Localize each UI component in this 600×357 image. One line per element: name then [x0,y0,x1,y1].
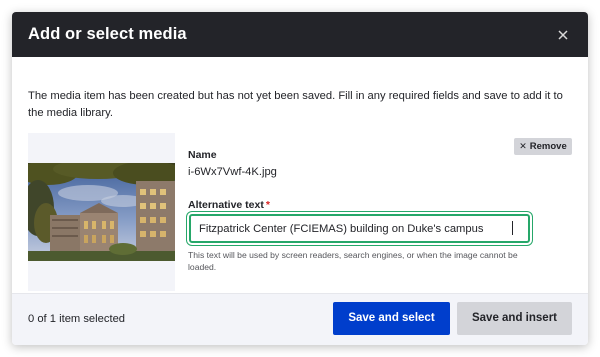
required-marker: * [265,199,270,211]
close-button[interactable] [552,24,574,46]
alt-text-help: This text will be used by screen readers… [188,250,518,272]
media-thumbnail-container [28,133,175,291]
remove-button[interactable]: ✕ Remove [514,138,572,155]
media-dialog: Add or select media The media item has b… [12,12,588,345]
file-name: i-6Wx7Vwf-4K.jpg [188,166,277,178]
status-message: The media item has been created but has … [28,90,563,119]
alt-text-label: Alternative text * [188,199,270,211]
save-and-insert-button[interactable]: Save and insert [457,302,572,335]
selection-count: 0 of 1 item selected [28,313,126,325]
dialog-titlebar: Add or select media [12,12,588,57]
close-icon [558,30,568,40]
dialog-footer: 0 of 1 item selected Save and select Sav… [12,293,588,345]
building-photo [28,163,175,261]
remove-label: Remove [529,141,567,152]
text-cursor [512,221,513,235]
alt-text-input[interactable] [189,214,530,243]
dialog-content: The media item has been created but has … [12,57,588,293]
close-icon: ✕ [519,141,527,151]
media-thumbnail [28,163,175,261]
name-label: Name [188,149,217,161]
dialog-title: Add or select media [28,25,187,43]
save-and-select-button[interactable]: Save and select [333,302,450,335]
alt-text-label-text: Alternative text [188,199,264,211]
